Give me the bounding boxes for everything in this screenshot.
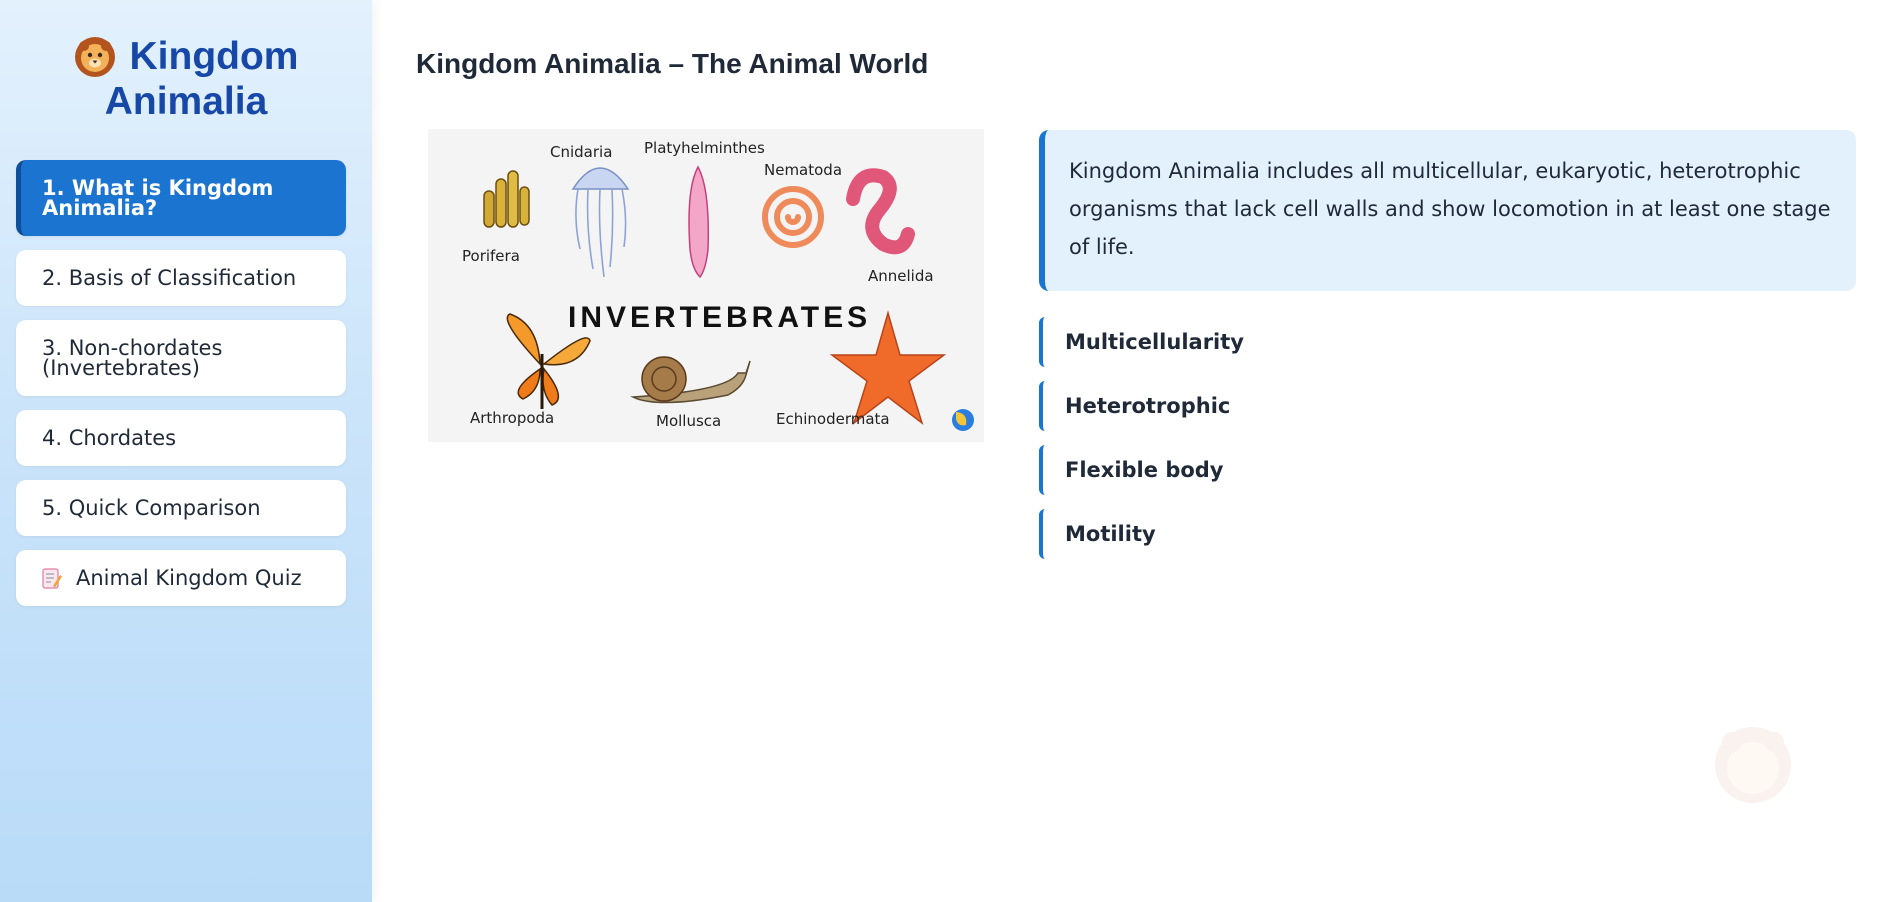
feature-item-heterotrophic: Heterotrophic bbox=[1039, 381, 1639, 431]
feature-label: Flexible body bbox=[1065, 458, 1224, 482]
sponge-image bbox=[483, 170, 530, 228]
nav-item-label: 4. Chordates bbox=[42, 426, 177, 450]
lion-watermark-icon bbox=[1715, 727, 1791, 803]
brand: Kingdom Animalia bbox=[0, 34, 372, 124]
nav-item-non-chordates[interactable]: 3. Non-chordates (Invertebrates) bbox=[16, 320, 346, 396]
flatworm-image bbox=[688, 165, 710, 279]
feature-item-multicellularity: Multicellularity bbox=[1039, 317, 1639, 367]
earthworm-image bbox=[846, 168, 915, 255]
roundworm-image bbox=[762, 186, 825, 248]
nav-item-label: 3. Non-chordates (Invertebrates) bbox=[42, 336, 223, 380]
sidebar: Kingdom Animalia 1. What is Kingdom Anim… bbox=[0, 0, 372, 902]
feature-label: Multicellularity bbox=[1065, 330, 1244, 354]
feature-list: Multicellularity Heterotrophic Flexible … bbox=[1039, 317, 1639, 573]
intro-card: Kingdom Animalia includes all multicellu… bbox=[1039, 130, 1856, 291]
lion-icon bbox=[74, 36, 115, 77]
feature-label: Motility bbox=[1065, 522, 1156, 546]
snail-image bbox=[630, 356, 751, 404]
label-annelida: Annelida bbox=[868, 267, 934, 285]
label-cnidaria: Cnidaria bbox=[550, 143, 613, 161]
label-mollusca: Mollusca bbox=[656, 412, 722, 430]
label-porifera: Porifera bbox=[462, 247, 520, 265]
label-nematoda: Nematoda bbox=[764, 161, 843, 179]
sidebar-nav: 1. What is Kingdom Animalia? 2. Basis of… bbox=[16, 160, 346, 620]
feature-item-motility: Motility bbox=[1039, 509, 1639, 559]
nav-item-what-is-kingdom-animalia[interactable]: 1. What is Kingdom Animalia? bbox=[16, 160, 346, 236]
nav-item-label: 5. Quick Comparison bbox=[42, 496, 261, 520]
feature-item-flexible-body: Flexible body bbox=[1039, 445, 1639, 495]
nav-item-label: 2. Basis of Classification bbox=[42, 266, 297, 290]
jellyfish-image bbox=[571, 167, 630, 278]
nav-item-label: Animal Kingdom Quiz bbox=[76, 566, 302, 590]
invertebrates-figure: Cnidaria Platyhelminthes Nematoda Porife… bbox=[428, 129, 984, 442]
nav-item-label: 1. What is Kingdom Animalia? bbox=[42, 176, 274, 220]
nav-item-quick-comparison[interactable]: 5. Quick Comparison bbox=[16, 480, 346, 536]
label-arthropoda: Arthropoda bbox=[470, 409, 555, 427]
invertebrates-illustration bbox=[483, 165, 974, 431]
intro-text: Kingdom Animalia includes all multicellu… bbox=[1069, 159, 1831, 259]
figure-title: INVERTEBRATES bbox=[568, 301, 872, 334]
nav-item-quiz[interactable]: Animal Kingdom Quiz bbox=[16, 550, 346, 606]
nav-item-chordates[interactable]: 4. Chordates bbox=[16, 410, 346, 466]
memo-icon bbox=[42, 568, 62, 589]
publisher-logo bbox=[952, 409, 974, 431]
label-platyhelminthes: Platyhelminthes bbox=[644, 139, 765, 157]
label-echinodermata: Echinodermata bbox=[776, 410, 890, 428]
page-title: Kingdom Animalia – The Animal World bbox=[416, 48, 929, 79]
brand-line-1: Kingdom bbox=[129, 35, 299, 78]
feature-label: Heterotrophic bbox=[1065, 394, 1231, 418]
brand-line-2: Animalia bbox=[104, 80, 268, 123]
nav-item-basis-of-classification[interactable]: 2. Basis of Classification bbox=[16, 250, 346, 306]
